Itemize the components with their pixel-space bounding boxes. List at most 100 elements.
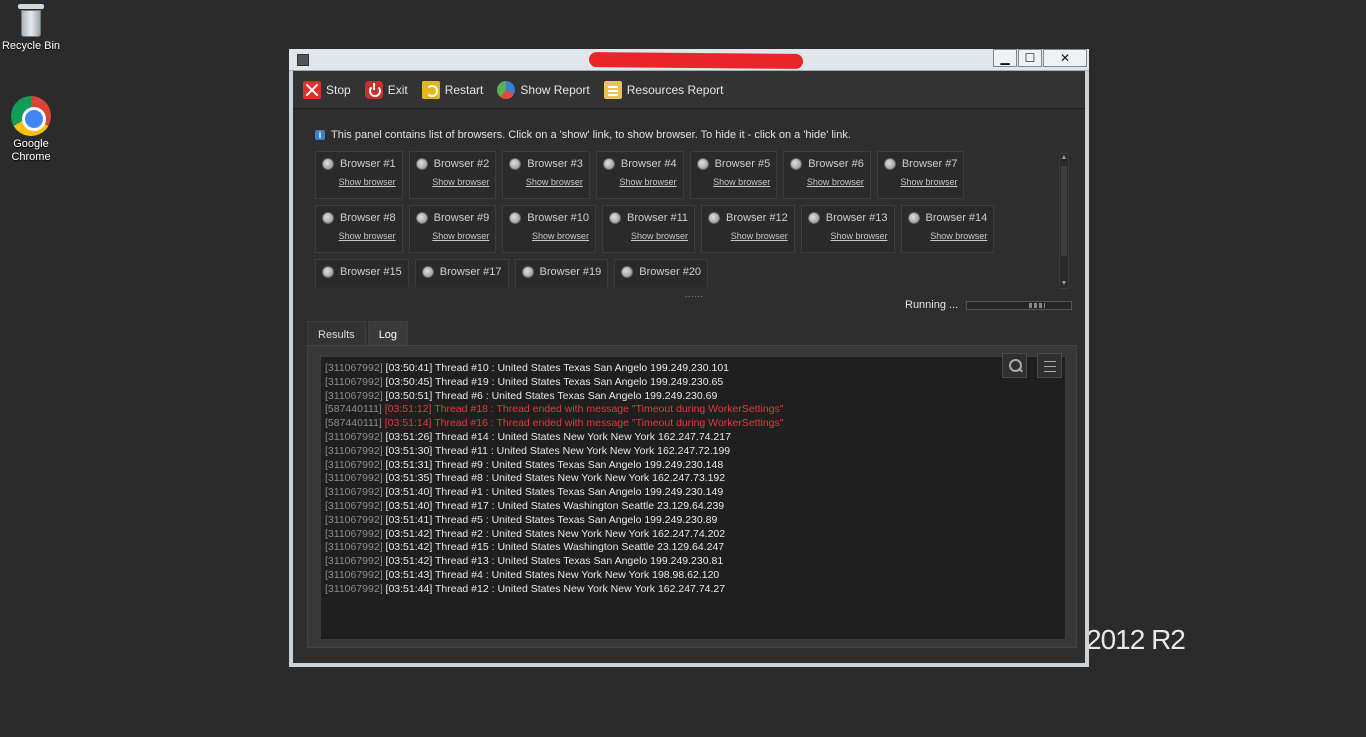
browser-label: Browser #14 (925, 212, 988, 224)
browser-name: Browser #2 (415, 158, 490, 170)
tab-log[interactable]: Log (367, 321, 409, 345)
minimize-button[interactable]: ▁ (993, 49, 1017, 67)
log-line: [311067992] [03:51:40] Thread #17 : Unit… (325, 500, 1061, 514)
scroll-down-arrow-icon[interactable]: ▼ (1060, 280, 1068, 288)
log-line: [311067992] [03:50:45] Thread #19 : Unit… (325, 376, 1061, 390)
show-browser-link[interactable]: Show browser (609, 231, 688, 241)
browser-status-icon (322, 266, 334, 278)
toolbar: Stop Exit Restart Show Report Resources … (293, 71, 1085, 109)
log-message: [03:51:12] Thread #18 : Thread ended wit… (384, 403, 784, 416)
app-icon (297, 54, 309, 66)
show-browser-link[interactable]: Show browser (416, 231, 489, 241)
google-chrome-shortcut[interactable]: Google Chrome (0, 96, 66, 164)
show-browser-link[interactable]: Show browser (416, 177, 489, 187)
recycle-bin-icon (17, 2, 45, 38)
log-message: [03:51:35] Thread #8 : United States New… (385, 472, 726, 485)
log-thread-id: [311067992] (325, 499, 383, 512)
browser-status-icon (883, 158, 896, 170)
maximize-button[interactable]: ☐ (1018, 49, 1042, 67)
browser-tile: Browser #20 (614, 259, 709, 287)
log-message: [03:51:26] Thread #14 : United States Ne… (385, 430, 731, 443)
browser-tile: Browser #14 Show browser (900, 205, 995, 253)
browser-tile: Browser #12 Show browser (700, 205, 795, 253)
browser-name: Browser #14 (907, 212, 988, 224)
app-window: ▁ ☐ ✕ Stop Exit Restart Show Report Reso… (289, 49, 1089, 667)
show-report-button[interactable]: Show Report (497, 80, 590, 99)
recycle-bin-shortcut[interactable]: Recycle Bin (0, 2, 66, 53)
browser-label: Browser #10 (527, 212, 590, 224)
browser-name: Browser #1 (322, 158, 396, 170)
log-thread-id: [311067992] (325, 527, 383, 540)
scroll-up-arrow-icon[interactable]: ▲ (1060, 154, 1068, 162)
show-browser-link[interactable]: Show browser (884, 177, 957, 187)
status-area: Running ... (905, 299, 1073, 311)
show-browser-link[interactable]: Show browser (509, 177, 583, 187)
browser-status-icon (790, 158, 803, 170)
browser-label: Browser #9 (433, 212, 490, 224)
show-browser-link[interactable]: Show browser (509, 231, 589, 241)
progress-bar (966, 300, 1073, 310)
browser-status-icon (602, 158, 615, 170)
show-browser-link[interactable]: Show browser (908, 231, 987, 241)
log-thread-id: [311067992] (325, 375, 383, 388)
status-label: Running ... (905, 299, 959, 311)
browser-status-icon (807, 212, 820, 224)
log-thread-id: [311067992] (325, 582, 383, 595)
scroll-thumb[interactable] (1061, 166, 1067, 256)
log-message: [03:51:42] Thread #15 : United States Wa… (385, 541, 725, 554)
info-message: i This panel contains list of browsers. … (315, 129, 851, 141)
browser-status-icon (421, 266, 434, 278)
exit-button[interactable]: Exit (364, 80, 408, 99)
browser-status-icon (415, 212, 428, 224)
resources-report-label: Resources Report (626, 82, 724, 97)
stop-label: Stop (326, 82, 351, 97)
show-browser-link[interactable]: Show browser (322, 231, 396, 241)
browser-status-icon (696, 158, 709, 170)
log-thread-id: [587440111] (325, 417, 382, 430)
restart-button[interactable]: Restart (421, 80, 483, 99)
log-message: [03:51:41] Thread #5 : United States Tex… (385, 513, 718, 526)
close-button[interactable]: ✕ (1043, 49, 1087, 67)
show-browser-link[interactable]: Show browser (697, 177, 770, 187)
show-browser-link[interactable]: Show browser (322, 177, 396, 187)
browser-name: Browser #11 (609, 212, 688, 224)
browser-tile: Browser #17 (414, 259, 509, 287)
browser-status-icon (322, 158, 334, 170)
recycle-bin-label: Recycle Bin (1, 40, 61, 52)
resources-report-button[interactable]: Resources Report (603, 80, 724, 99)
log-thread-id: [311067992] (325, 555, 383, 568)
browser-label: Browser #19 (539, 266, 602, 278)
log-panel: [311067992] [03:50:41] Thread #10 : Unit… (307, 345, 1077, 648)
stop-button[interactable]: Stop (303, 80, 351, 99)
browser-tile: Browser #1 Show browser (315, 151, 403, 199)
tab-results[interactable]: Results (307, 321, 366, 345)
browser-tile: Browser #2 Show browser (408, 151, 497, 199)
menu-icon[interactable] (1037, 353, 1062, 378)
browser-label: Browser #13 (825, 212, 888, 224)
redacted-title (588, 52, 804, 69)
show-browser-link[interactable]: Show browser (603, 177, 677, 187)
browser-list: Browser #1 Show browser Browser #2 Show bro… (315, 151, 1055, 287)
log-line: [311067992] [03:51:40] Thread #1 : Unite… (325, 486, 1061, 500)
show-browser-link[interactable]: Show browser (808, 231, 887, 241)
browser-tile: Browser #7 Show browser (876, 151, 965, 199)
stop-icon (303, 80, 321, 99)
search-icon[interactable] (1002, 353, 1027, 378)
log-line: [311067992] [03:51:42] Thread #13 : Unit… (325, 555, 1061, 569)
show-browser-link[interactable]: Show browser (708, 231, 788, 241)
browser-name: Browser #5 (696, 158, 770, 170)
browser-name: Browser #12 (707, 212, 788, 224)
tab-strip: Results Log (307, 321, 410, 345)
pie-chart-icon (497, 80, 516, 99)
title-bar[interactable]: ▁ ☐ ✕ (289, 49, 1089, 71)
browser-list-scrollbar[interactable]: ▲ ▼ (1059, 153, 1069, 289)
browser-name: Browser #13 (807, 212, 888, 224)
browser-tile: Browser #3 Show browser (502, 151, 590, 199)
browser-tile: Browser #4 Show browser (595, 151, 684, 199)
show-browser-link[interactable]: Show browser (790, 177, 864, 187)
browser-label: Browser #15 (340, 266, 402, 278)
browser-label: Browser #2 (433, 158, 490, 170)
log-line: [587440111] [03:51:12] Thread #18 : Thre… (325, 403, 1061, 417)
log-thread-id: [311067992] (325, 430, 383, 443)
log-output: [311067992] [03:50:41] Thread #10 : Unit… (320, 356, 1066, 640)
